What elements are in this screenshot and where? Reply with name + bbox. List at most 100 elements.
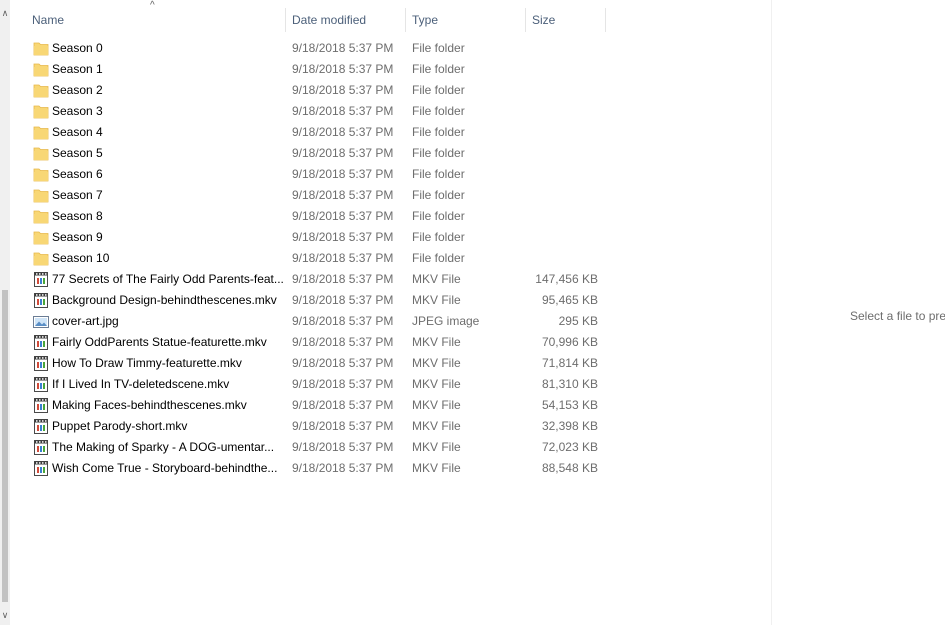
video-file-icon — [33, 440, 49, 455]
file-type: File folder — [412, 230, 465, 244]
column-header-date-modified[interactable]: Date modified — [286, 8, 406, 32]
folder-icon — [33, 209, 49, 224]
file-size: 54,153 KB — [541, 398, 598, 412]
file-type: MKV File — [412, 293, 461, 307]
video-file-icon — [33, 293, 49, 308]
folder-row[interactable]: Season 7 9/18/2018 5:37 PM File folder — [10, 185, 610, 206]
file-type: File folder — [412, 251, 465, 265]
file-size: 70,996 KB — [541, 335, 598, 349]
file-name: Background Design-behindthescenes.mkv — [52, 293, 277, 307]
file-size: 147,456 KB — [535, 272, 598, 286]
file-type: MKV File — [412, 377, 461, 391]
file-row[interactable]: 77 Secrets of The Fairly Odd Parents-fea… — [10, 269, 610, 290]
file-date-modified: 9/18/2018 5:37 PM — [292, 314, 394, 328]
scroll-down-arrow-icon[interactable]: ∨ — [0, 608, 10, 622]
video-file-icon — [33, 272, 49, 287]
file-size: 81,310 KB — [541, 377, 598, 391]
column-header-name[interactable]: Name — [26, 8, 286, 32]
folder-row[interactable]: Season 2 9/18/2018 5:37 PM File folder — [10, 80, 610, 101]
file-name: Fairly OddParents Statue-featurette.mkv — [52, 335, 267, 349]
file-type: File folder — [412, 167, 465, 181]
file-name: Season 6 — [52, 167, 103, 181]
video-file-icon — [33, 356, 49, 371]
file-size: 32,398 KB — [541, 419, 598, 433]
file-date-modified: 9/18/2018 5:37 PM — [292, 293, 394, 307]
file-type: File folder — [412, 104, 465, 118]
file-date-modified: 9/18/2018 5:37 PM — [292, 440, 394, 454]
scroll-up-arrow-icon[interactable]: ∧ — [0, 6, 10, 20]
file-type: MKV File — [412, 356, 461, 370]
folder-row[interactable]: Season 8 9/18/2018 5:37 PM File folder — [10, 206, 610, 227]
file-date-modified: 9/18/2018 5:37 PM — [292, 62, 394, 76]
folder-row[interactable]: Season 0 9/18/2018 5:37 PM File folder — [10, 38, 610, 59]
column-header-size[interactable]: Size — [526, 8, 606, 32]
file-date-modified: 9/18/2018 5:37 PM — [292, 356, 394, 370]
file-type: MKV File — [412, 440, 461, 454]
folder-row[interactable]: Season 4 9/18/2018 5:37 PM File folder — [10, 122, 610, 143]
image-file-icon — [33, 314, 49, 329]
folder-icon — [33, 146, 49, 161]
file-name: Season 5 — [52, 146, 103, 160]
file-type: File folder — [412, 188, 465, 202]
file-name: Season 7 — [52, 188, 103, 202]
file-name: Wish Come True - Storyboard-behindthe... — [52, 461, 278, 475]
column-header: ^ Name Date modified Type Size — [10, 0, 770, 38]
folder-row[interactable]: Season 3 9/18/2018 5:37 PM File folder — [10, 101, 610, 122]
file-type: JPEG image — [412, 314, 480, 328]
file-date-modified: 9/18/2018 5:37 PM — [292, 83, 394, 97]
file-name: Season 0 — [52, 41, 103, 55]
scrollbar-thumb[interactable] — [2, 290, 8, 602]
file-name: Season 3 — [52, 104, 103, 118]
file-row[interactable]: Fairly OddParents Statue-featurette.mkv 9… — [10, 332, 610, 353]
file-row[interactable]: The Making of Sparky - A DOG-umentar... 9… — [10, 437, 610, 458]
file-rows: Season 0 9/18/2018 5:37 PM File folder Seas… — [10, 38, 610, 479]
folder-row[interactable]: Season 1 9/18/2018 5:37 PM File folder — [10, 59, 610, 80]
video-file-icon — [33, 377, 49, 392]
file-type: File folder — [412, 125, 465, 139]
file-row[interactable]: Making Faces-behindthescenes.mkv 9/18/201… — [10, 395, 610, 416]
file-row[interactable]: Wish Come True - Storyboard-behindthe...… — [10, 458, 610, 479]
column-header-type[interactable]: Type — [406, 8, 526, 32]
file-name: If I Lived In TV-deletedscene.mkv — [52, 377, 230, 391]
file-date-modified: 9/18/2018 5:37 PM — [292, 461, 394, 475]
file-row[interactable]: cover-art.jpg 9/18/2018 5:37 PM JPEG image… — [10, 311, 610, 332]
file-name: Puppet Parody-short.mkv — [52, 419, 188, 433]
folder-icon — [33, 188, 49, 203]
file-date-modified: 9/18/2018 5:37 PM — [292, 419, 394, 433]
column-divider[interactable] — [605, 8, 606, 32]
file-name: Season 4 — [52, 125, 103, 139]
file-name: Season 8 — [52, 209, 103, 223]
file-type: MKV File — [412, 419, 461, 433]
file-type: MKV File — [412, 461, 461, 475]
folder-row[interactable]: Season 9 9/18/2018 5:37 PM File folder — [10, 227, 610, 248]
file-date-modified: 9/18/2018 5:37 PM — [292, 209, 394, 223]
file-date-modified: 9/18/2018 5:37 PM — [292, 230, 394, 244]
file-type: File folder — [412, 209, 465, 223]
folder-row[interactable]: Season 6 9/18/2018 5:37 PM File folder — [10, 164, 610, 185]
file-name: Season 9 — [52, 230, 103, 244]
file-explorer-window: ∧ ∨ ^ Name Date modified Type Size Seaso… — [0, 0, 945, 625]
file-size: 72,023 KB — [541, 440, 598, 454]
video-file-icon — [33, 335, 49, 350]
file-size: 71,814 KB — [541, 356, 598, 370]
file-row[interactable]: Puppet Parody-short.mkv 9/18/2018 5:37 PM… — [10, 416, 610, 437]
file-size: 95,465 KB — [541, 293, 598, 307]
file-date-modified: 9/18/2018 5:37 PM — [292, 146, 394, 160]
file-row[interactable]: If I Lived In TV-deletedscene.mkv 9/18/20… — [10, 374, 610, 395]
folder-icon — [33, 167, 49, 182]
file-row[interactable]: How To Draw Timmy-featurette.mkv 9/18/201… — [10, 353, 610, 374]
file-name: Making Faces-behindthescenes.mkv — [52, 398, 247, 412]
video-file-icon — [33, 461, 49, 476]
navigation-pane-scrollbar[interactable]: ∧ ∨ — [0, 0, 10, 625]
folder-row[interactable]: Season 10 9/18/2018 5:37 PM File folder — [10, 248, 610, 269]
file-date-modified: 9/18/2018 5:37 PM — [292, 251, 394, 265]
folder-row[interactable]: Season 5 9/18/2018 5:37 PM File folder — [10, 143, 610, 164]
folder-icon — [33, 125, 49, 140]
file-name: The Making of Sparky - A DOG-umentar... — [52, 440, 275, 454]
file-date-modified: 9/18/2018 5:37 PM — [292, 41, 394, 55]
file-date-modified: 9/18/2018 5:37 PM — [292, 125, 394, 139]
folder-icon — [33, 41, 49, 56]
file-type: File folder — [412, 62, 465, 76]
file-row[interactable]: Background Design-behindthescenes.mkv 9/1… — [10, 290, 610, 311]
preview-message: Select a file to preview. — [850, 309, 945, 323]
